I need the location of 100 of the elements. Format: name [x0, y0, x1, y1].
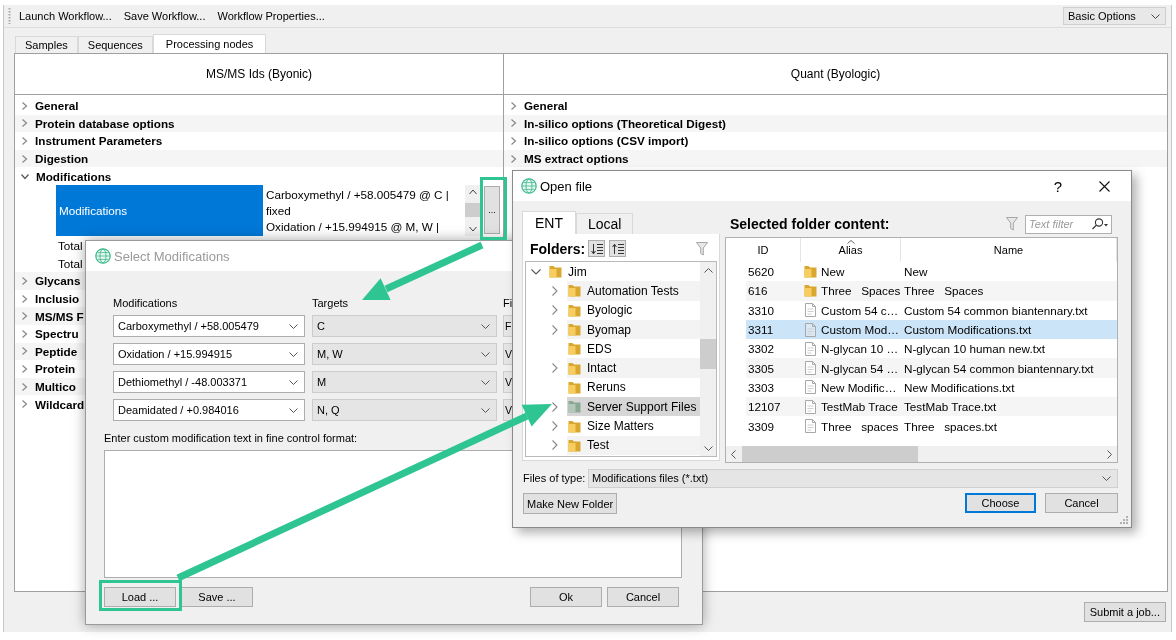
- search-icon[interactable]: [1091, 218, 1108, 230]
- scrollbar[interactable]: [700, 262, 716, 456]
- folder-item[interactable]: EDS: [567, 339, 700, 359]
- tree-item[interactable]: Inclusio: [35, 292, 80, 306]
- ellipsis-button[interactable]: ...: [484, 186, 500, 235]
- tree-item[interactable]: Peptide: [35, 344, 78, 358]
- column-header[interactable]: Name: [901, 238, 1117, 262]
- chevron-right-icon[interactable]: [21, 329, 28, 338]
- tree-item[interactable]: MS/MS F: [35, 309, 84, 323]
- folder-item[interactable]: Byomap: [567, 319, 700, 340]
- modification-dropdown[interactable]: Oxidation / +15.994915: [113, 343, 305, 365]
- scrollbar[interactable]: [726, 446, 1117, 462]
- chevron-up-icon[interactable]: [703, 268, 713, 273]
- dialog-button[interactable]: Ok: [530, 587, 602, 607]
- file-row[interactable]: 5620 New New: [746, 262, 1117, 282]
- folder-item[interactable]: Jim: [548, 262, 700, 282]
- scrollbar-thumb[interactable]: [700, 339, 716, 369]
- file-row[interactable]: 3303 New Modific… New Modifications.txt: [746, 377, 1117, 398]
- tree-item[interactable]: Instrument Parameters: [35, 134, 163, 148]
- funnel-icon[interactable]: [696, 241, 708, 256]
- tree-item[interactable]: MS extract options: [524, 152, 629, 166]
- chevron-down-icon[interactable]: [21, 172, 29, 180]
- options-dropdown[interactable]: Basic Options: [1063, 7, 1166, 25]
- tree-item[interactable]: Protein: [35, 362, 76, 376]
- chevron-right-icon[interactable]: [552, 363, 558, 374]
- property-name[interactable]: Modifications: [56, 184, 263, 236]
- target-dropdown[interactable]: C: [312, 315, 497, 337]
- folder-item[interactable]: Size Matters: [567, 416, 700, 436]
- chevron-right-icon[interactable]: [21, 137, 28, 145]
- chevron-right-icon[interactable]: [21, 312, 28, 321]
- chevron-right-icon[interactable]: [21, 364, 28, 373]
- chevron-right-icon[interactable]: [21, 101, 28, 110]
- tree-item[interactable]: In-silico options (CSV import): [524, 134, 689, 148]
- folder-item[interactable]: Reruns: [567, 377, 700, 398]
- tab[interactable]: ENT: [522, 211, 576, 234]
- target-dropdown[interactable]: N, Q: [312, 399, 497, 421]
- property-name[interactable]: Total: [56, 239, 83, 253]
- file-row[interactable]: 3309 Three spaces Three spaces.txt: [746, 416, 1117, 436]
- tab[interactable]: Local: [576, 213, 634, 234]
- tree-item[interactable]: Multico: [35, 380, 76, 393]
- chevron-right-icon[interactable]: [510, 154, 517, 163]
- chevron-right-icon[interactable]: [552, 285, 558, 296]
- folder-item[interactable]: Byologic: [567, 300, 700, 320]
- toolbar-button[interactable]: Launch Workflow...: [13, 6, 118, 26]
- funnel-icon[interactable]: [1006, 217, 1018, 231]
- resize-grip-icon[interactable]: [1120, 516, 1128, 524]
- file-type-dropdown[interactable]: Modifications files (*.txt): [588, 468, 1118, 488]
- tab[interactable]: Sequences: [77, 36, 153, 53]
- chevron-right-icon[interactable]: [21, 400, 28, 409]
- file-row[interactable]: 3302 N-glycan 10 … N-glycan 10 human new.txt: [746, 339, 1117, 359]
- target-dropdown[interactable]: M, W: [312, 343, 497, 365]
- chevron-right-icon[interactable]: [21, 382, 28, 391]
- chevron-right-icon[interactable]: [21, 294, 28, 303]
- target-dropdown[interactable]: M: [312, 371, 497, 393]
- chevron-right-icon[interactable]: [552, 324, 558, 335]
- chevron-down-icon[interactable]: [468, 225, 477, 232]
- folder-item[interactable]: Server Support Files: [567, 397, 700, 417]
- tree-item[interactable]: General: [35, 99, 79, 113]
- chevron-right-icon[interactable]: [552, 421, 558, 431]
- scrollbar-thumb[interactable]: [465, 203, 480, 218]
- chevron-right-icon[interactable]: [21, 276, 28, 285]
- tree-item[interactable]: General: [524, 99, 568, 113]
- file-row[interactable]: 12107 TestMab Trace TestMab Trace.txt: [746, 397, 1117, 417]
- chevron-right-icon[interactable]: [552, 440, 558, 451]
- chevron-right-icon[interactable]: [510, 137, 517, 145]
- toolbar-button[interactable]: Save Workflow...: [117, 6, 212, 26]
- chevron-right-icon[interactable]: [552, 305, 558, 316]
- tab[interactable]: Processing nodes: [152, 34, 267, 53]
- tree-item[interactable]: Modifications: [36, 169, 112, 183]
- scrollbar-thumb[interactable]: [742, 446, 918, 462]
- folder-item[interactable]: Automation Tests: [567, 281, 700, 301]
- help-button[interactable]: ?: [1050, 176, 1066, 196]
- file-row[interactable]: 616 Three Spaces Three Spaces: [746, 281, 1117, 301]
- column-header[interactable]: Alias: [801, 238, 901, 262]
- submit-button[interactable]: Submit a job...: [1083, 602, 1166, 622]
- make-folder-button[interactable]: Make New Folder: [523, 493, 618, 514]
- modification-dropdown[interactable]: Dethiomethyl / -48.003371: [113, 371, 305, 393]
- tree-item[interactable]: Wildcard: [35, 397, 85, 411]
- chevron-right-icon[interactable]: [21, 154, 28, 163]
- chevron-right-icon[interactable]: [21, 347, 28, 356]
- chevron-up-icon[interactable]: [468, 188, 477, 195]
- modification-dropdown[interactable]: Deamidated / +0.984016: [113, 399, 305, 421]
- tab[interactable]: Samples: [15, 36, 78, 53]
- chevron-down-icon[interactable]: [703, 446, 713, 451]
- column-header[interactable]: ID: [726, 238, 801, 262]
- file-row[interactable]: 3311 Custom Mod… Custom Modifications.txt: [746, 319, 1117, 340]
- scrollbar[interactable]: [465, 184, 480, 236]
- sort-button[interactable]: [588, 240, 606, 257]
- chevron-right-icon[interactable]: [1107, 449, 1112, 459]
- toolbar-button[interactable]: Workflow Properties...: [211, 6, 331, 26]
- chevron-right-icon[interactable]: [552, 401, 558, 412]
- chevron-right-icon[interactable]: [21, 119, 28, 128]
- sort-button[interactable]: [609, 240, 627, 257]
- tree-item[interactable]: Digestion: [35, 152, 89, 166]
- folder-item[interactable]: Intact: [567, 358, 700, 378]
- dialog-button[interactable]: Cancel: [607, 587, 679, 607]
- file-row[interactable]: 3310 Custom 54 c… Custom 54 common biantennary.txt: [746, 300, 1117, 320]
- folder-item[interactable]: Test: [567, 435, 700, 455]
- dialog-button[interactable]: Cancel: [1045, 493, 1118, 513]
- chevron-left-icon[interactable]: [731, 449, 736, 459]
